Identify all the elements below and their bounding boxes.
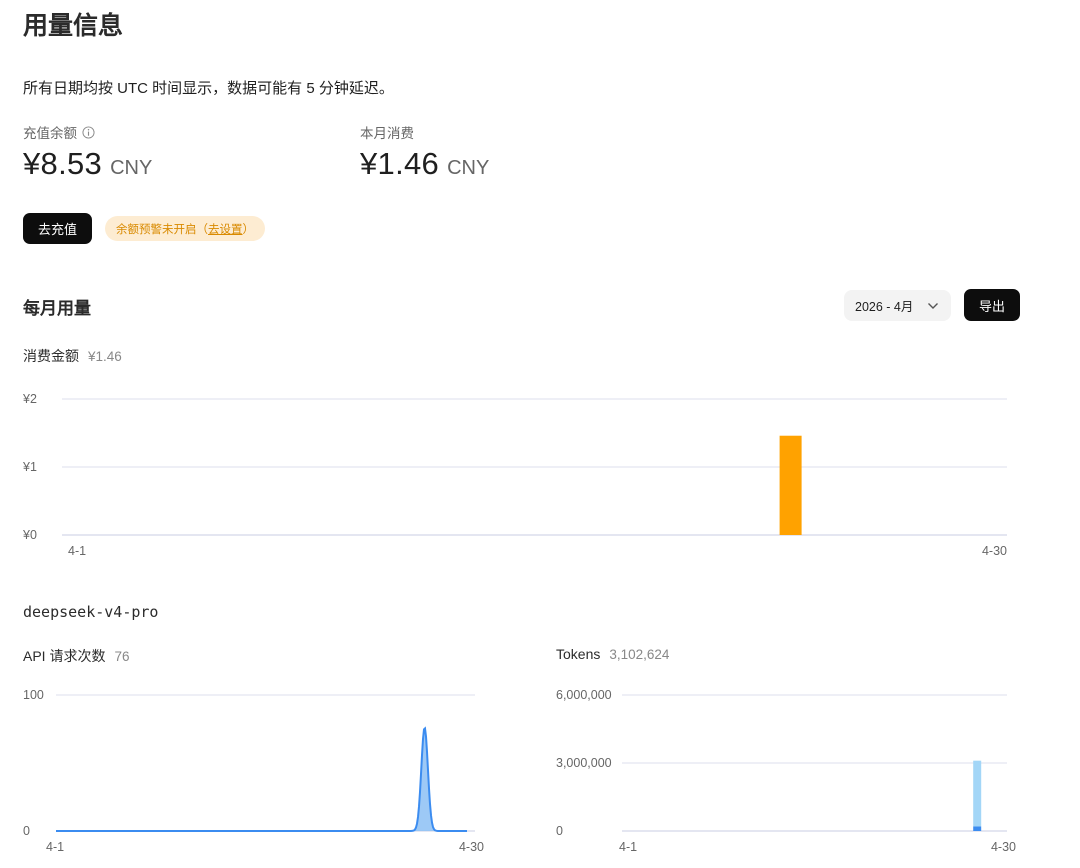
monthly-usage-title: 每月用量	[23, 299, 91, 318]
balance-alert-badge: 余额预警未开启（ 去设置）	[105, 216, 265, 241]
recharge-button[interactable]: 去充值	[23, 213, 92, 244]
tokens-chart-summary: 3,102,624	[609, 647, 670, 662]
spend-chart-header: 消费金额 ¥1.46	[23, 346, 122, 366]
requests-chart-header: API 请求次数 76	[23, 646, 130, 666]
balance-stat: 充值余额 ¥8.53 CNY	[23, 122, 152, 182]
x-tick-label: 4-30	[459, 840, 484, 854]
page-title: 用量信息	[23, 12, 124, 40]
spend-chart-title: 消费金额	[23, 348, 79, 364]
balance-label: 充值余额	[23, 126, 77, 141]
balance-label-row: 充值余额	[23, 122, 152, 142]
tokens-chart: 0 3,000,000 6,000,000 4-1 4-30	[556, 688, 1016, 854]
y-tick-label: ¥2	[22, 392, 37, 406]
requests-chart-title: API 请求次数	[23, 648, 106, 664]
x-tick-label: 4-1	[619, 840, 637, 854]
monthly-spend-value: ¥1.46	[360, 146, 440, 181]
monthly-spend-unit: CNY	[447, 157, 490, 179]
tokens-bar-segment	[973, 760, 982, 827]
alert-text-close: ）	[242, 223, 255, 236]
monthly-spend-label: 本月消费	[360, 126, 414, 141]
spend-chart: ¥0 ¥1 ¥2 4-1 4-30	[22, 392, 1007, 558]
month-select[interactable]: 2026 - 4月	[844, 290, 951, 321]
alert-settings-link[interactable]: 去设置	[208, 221, 243, 237]
export-button[interactable]: 导出	[964, 289, 1020, 321]
utc-notice: 所有日期均按 UTC 时间显示，数据可能有 5 分钟延迟。	[23, 80, 394, 97]
monthly-spend-stat: 本月消费 ¥1.46 CNY	[360, 122, 489, 182]
spend-bar	[779, 435, 802, 535]
y-tick-label: 6,000,000	[556, 688, 612, 702]
monthly-spend-value-row: ¥1.46 CNY	[360, 146, 489, 182]
requests-chart-summary: 76	[114, 649, 130, 664]
x-tick-label: 4-30	[982, 544, 1007, 558]
tokens-chart-header: Tokens 3,102,624	[556, 646, 669, 664]
chevron-down-icon	[928, 302, 938, 309]
tokens-chart-title: Tokens	[556, 646, 601, 662]
spend-chart-summary: ¥1.46	[88, 349, 122, 364]
info-circle-icon[interactable]	[82, 125, 95, 139]
requests-chart: 0 100 4-1 4-30	[23, 688, 484, 854]
alert-text: 余额预警未开启（	[116, 223, 208, 236]
x-tick-label: 4-1	[68, 544, 86, 558]
tokens-bar-segment	[973, 826, 982, 831]
month-select-value: 2026 - 4月	[855, 300, 914, 314]
y-tick-label: ¥1	[22, 460, 37, 474]
y-tick-label: 100	[23, 688, 44, 702]
y-tick-label: ¥0	[22, 528, 37, 542]
model-name: deepseek-v4-pro	[23, 603, 159, 621]
y-tick-label: 0	[556, 824, 563, 838]
balance-value: ¥8.53	[23, 146, 103, 181]
y-tick-label: 3,000,000	[556, 756, 612, 770]
requests-line	[56, 726, 467, 832]
x-tick-label: 4-1	[46, 840, 64, 854]
requests-area	[56, 728, 467, 831]
y-tick-label: 0	[23, 824, 30, 838]
x-tick-label: 4-30	[991, 840, 1016, 854]
balance-unit: CNY	[110, 157, 153, 179]
balance-value-row: ¥8.53 CNY	[23, 146, 152, 182]
